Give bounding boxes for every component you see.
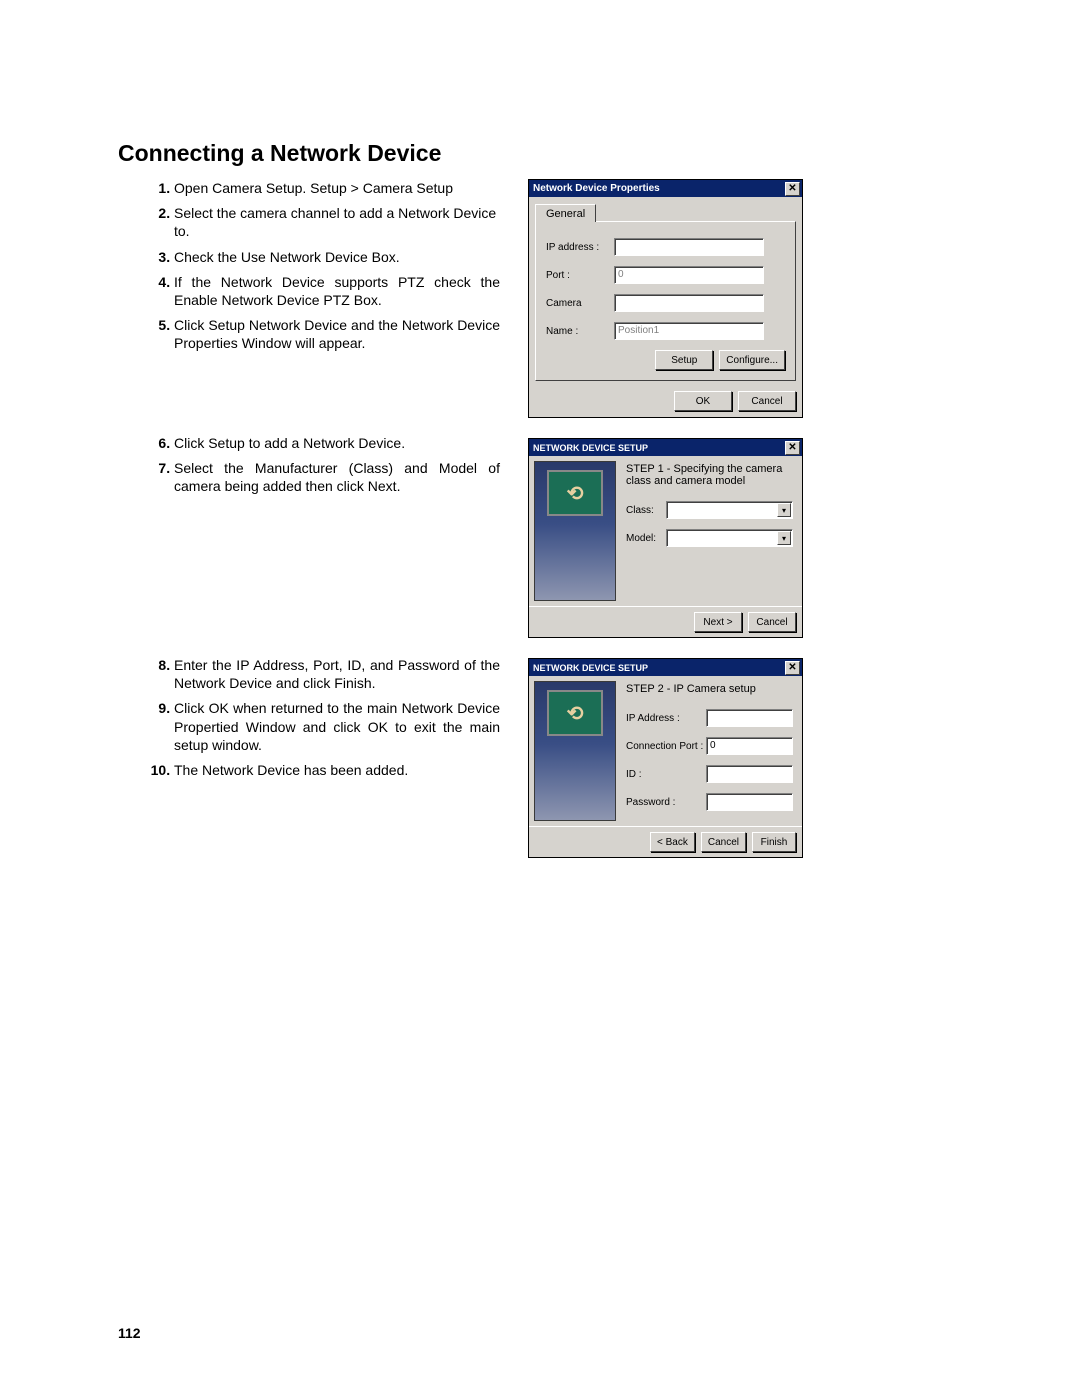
back-button[interactable]: < Back [650, 832, 695, 852]
page-title: Connecting a Network Device [118, 140, 962, 167]
wizard-image: ⟲ [534, 461, 616, 601]
class-combo[interactable]: ▾ [666, 501, 793, 519]
setup-button[interactable]: Setup [655, 350, 713, 370]
network-device-setup-step1-dialog: NETWORK DEVICE SETUP ✕ ⟲ STEP 1 - Specif… [528, 438, 803, 638]
network-device-setup-step2-dialog: NETWORK DEVICE SETUP ✕ ⟲ STEP 2 - IP Cam… [528, 658, 803, 858]
step-10: The Network Device has been added. [174, 761, 500, 779]
id-input[interactable] [706, 765, 793, 783]
model-combo[interactable]: ▾ [666, 529, 793, 547]
name-input[interactable]: Position1 [614, 322, 764, 340]
ok-button[interactable]: OK [674, 391, 732, 411]
step-heading: STEP 1 - Specifying the camera class and… [626, 463, 793, 487]
close-icon[interactable]: ✕ [785, 182, 800, 196]
name-label: Name : [546, 326, 614, 337]
camera-icon: ⟲ [547, 690, 603, 736]
cancel-button[interactable]: Cancel [701, 832, 746, 852]
close-icon[interactable]: ✕ [785, 661, 800, 675]
cancel-button[interactable]: Cancel [738, 391, 796, 411]
port-input[interactable]: 0 [614, 266, 764, 284]
ip-address-label: IP Address : [626, 713, 706, 724]
dialog-title: NETWORK DEVICE SETUP [533, 443, 648, 453]
port-label: Port : [546, 270, 614, 281]
step-3: Check the Use Network Device Box. [174, 248, 500, 266]
ip-address-input[interactable] [706, 709, 793, 727]
next-button[interactable]: Next > [694, 612, 742, 632]
password-input[interactable] [706, 793, 793, 811]
connection-port-label: Connection Port : [626, 741, 706, 752]
password-label: Password : [626, 797, 706, 808]
camera-icon: ⟲ [547, 470, 603, 516]
configure-button[interactable]: Configure... [719, 350, 785, 370]
step-heading: STEP 2 - IP Camera setup [626, 683, 793, 695]
camera-input[interactable] [614, 294, 764, 312]
wizard-image: ⟲ [534, 681, 616, 821]
step-5: Click Setup Network Device and the Netwo… [174, 316, 500, 352]
id-label: ID : [626, 769, 706, 780]
ip-address-input[interactable] [614, 238, 764, 256]
step-9: Click OK when returned to the main Netwo… [174, 699, 500, 754]
chevron-down-icon[interactable]: ▾ [777, 531, 791, 545]
network-device-properties-dialog: Network Device Properties ✕ General IP a… [528, 179, 803, 418]
step-7: Select the Manufacturer (Class) and Mode… [174, 459, 500, 495]
step-4: If the Network Device supports PTZ check… [174, 273, 500, 309]
tab-general[interactable]: General [535, 204, 596, 222]
step-6: Click Setup to add a Network Device. [174, 434, 500, 452]
ip-address-label: IP address : [546, 242, 614, 253]
step-1: Open Camera Setup. Setup > Camera Setup [174, 179, 500, 197]
connection-port-input[interactable]: 0 [706, 737, 793, 755]
dialog-title: Network Device Properties [533, 183, 660, 194]
cancel-button[interactable]: Cancel [748, 612, 796, 632]
step-2: Select the camera channel to add a Netwo… [174, 204, 500, 240]
class-label: Class: [626, 505, 666, 516]
camera-label: Camera [546, 298, 614, 309]
finish-button[interactable]: Finish [752, 832, 796, 852]
step-8: Enter the IP Address, Port, ID, and Pass… [174, 656, 500, 692]
page-number: 112 [118, 1325, 141, 1341]
chevron-down-icon[interactable]: ▾ [777, 503, 791, 517]
dialog-title: NETWORK DEVICE SETUP [533, 663, 648, 673]
close-icon[interactable]: ✕ [785, 441, 800, 455]
model-label: Model: [626, 533, 666, 544]
